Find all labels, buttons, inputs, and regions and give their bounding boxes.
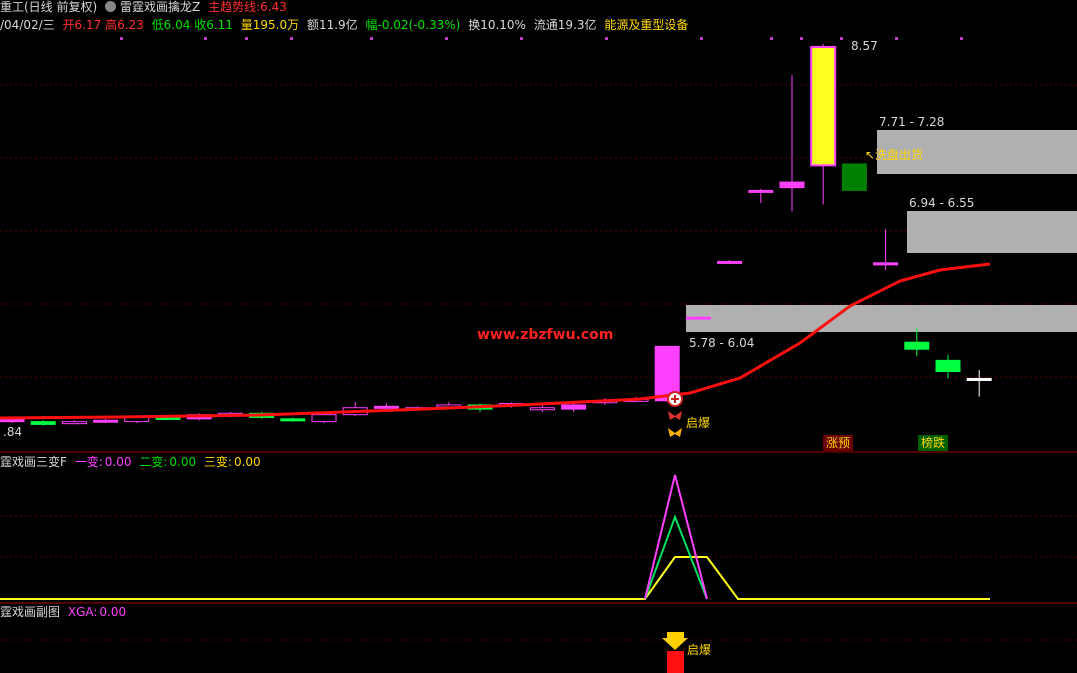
burst-label: 启爆 [686, 416, 711, 430]
signal-bar [667, 651, 684, 673]
date: /04/02/三 [0, 18, 55, 32]
v2-label: 二变: [139, 455, 168, 469]
marker-dot [370, 37, 373, 40]
marker-dot [245, 37, 248, 40]
marker-dot [840, 37, 843, 40]
candle-body [810, 45, 837, 167]
volume: 量195.0万 [240, 18, 300, 32]
candle-body [529, 407, 555, 411]
panel2-header: 霆戏画三变F 一变: 0.00 二变: 0.00 三变: 0.00 [0, 453, 265, 471]
zone-box-3 [686, 305, 1077, 332]
marker-dot [800, 37, 803, 40]
sector: 能源及重型设备 [604, 18, 689, 32]
marker-dot [445, 37, 448, 40]
trend-label: 主趋势线: [208, 0, 261, 14]
marker-dot [290, 37, 293, 40]
header-row-2: /04/02/三 开6.17 高6.23 低6.04 收6.11 量195.0万… [0, 16, 692, 34]
candle-body [717, 260, 743, 264]
low-value: 6.04 [163, 18, 191, 32]
v2-value: 0.00 [169, 455, 197, 469]
candle-body [904, 341, 930, 350]
marker-dot [605, 37, 608, 40]
candle-body [561, 404, 587, 410]
turnover: 换10.10% [468, 18, 526, 32]
header-row-1: 重工(日线 前复权) 雷霆戏画擒龙Z 主趋势线:6.43 [0, 0, 291, 16]
candle-body [61, 421, 87, 425]
marker-dot [770, 37, 773, 40]
line-three-change [0, 556, 990, 600]
watermark: www.zbzfwu.com [477, 327, 614, 343]
marker-dot [960, 37, 963, 40]
butterfly-icon-red [668, 411, 682, 420]
candle-body [280, 418, 306, 422]
tag-drop: 榜跌 [918, 435, 949, 451]
candle-body [311, 414, 337, 423]
v3-value: 0.00 [233, 455, 261, 469]
v1-label: 一变: [74, 455, 103, 469]
top-marker-dots [120, 37, 963, 40]
panel2-lines [0, 474, 990, 600]
close-label: 收 [194, 18, 207, 32]
low-axis-label: .84 [3, 425, 23, 439]
stock-name: 重工(日线 前复权) [0, 0, 98, 14]
v3-label: 三变: [203, 455, 232, 469]
candle-body [30, 421, 56, 425]
open-label: 开 [62, 18, 75, 32]
tag-up-warning: 涨预 [823, 435, 854, 451]
line-one-change [644, 474, 708, 600]
butterfly-icon-yellow [668, 428, 682, 437]
candle-body [93, 419, 119, 423]
panel3-header: 霆戏画副图 XGA: 0.00 [0, 603, 130, 621]
marker-dot [700, 37, 703, 40]
marker-dot [120, 37, 123, 40]
zone1-label: 7.71 - 7.28 [879, 115, 945, 129]
trend-value: 6.43 [260, 0, 287, 14]
candle-body [779, 181, 805, 189]
close-value: 6.11 [206, 18, 233, 32]
high-label: 高 [105, 18, 118, 32]
high-value: 6.23 [117, 18, 144, 32]
panel3-title: 霆戏画副图 [0, 605, 61, 619]
candle-body [373, 405, 399, 409]
marker-dot [520, 37, 523, 40]
marker-dot [895, 37, 898, 40]
candle-body [935, 359, 961, 373]
panel3-signal-label: 启爆 [687, 643, 712, 657]
high-price-label: 8.57 [851, 39, 878, 53]
gear-icon[interactable] [105, 1, 117, 12]
amount: 额11.9亿 [306, 18, 358, 32]
candle-body [966, 377, 992, 381]
marker-dot [204, 37, 207, 40]
low-label: 低 [151, 18, 164, 32]
zone3-label: 5.78 - 6.04 [689, 336, 755, 350]
candle-body [748, 189, 774, 193]
washout-label: ↖洗盘出货 [865, 148, 924, 162]
xga-label: XGA: [67, 605, 98, 619]
open-value: 6.17 [74, 18, 102, 32]
v1-value: 0.00 [104, 455, 132, 469]
indicator-name[interactable]: 雷霆戏画擒龙Z [120, 0, 200, 14]
zone-box-2 [907, 211, 1077, 253]
panel2-title: 霆戏画三变F [0, 455, 67, 469]
xga-value: 0.00 [99, 605, 127, 619]
zone2-label: 6.94 - 6.55 [909, 196, 975, 210]
candle-body [685, 316, 711, 320]
change: 幅-0.02(-0.33%) [365, 18, 461, 32]
candle-body [841, 163, 867, 191]
candle-body [873, 262, 899, 266]
float-cap: 流通19.3亿 [533, 18, 597, 32]
